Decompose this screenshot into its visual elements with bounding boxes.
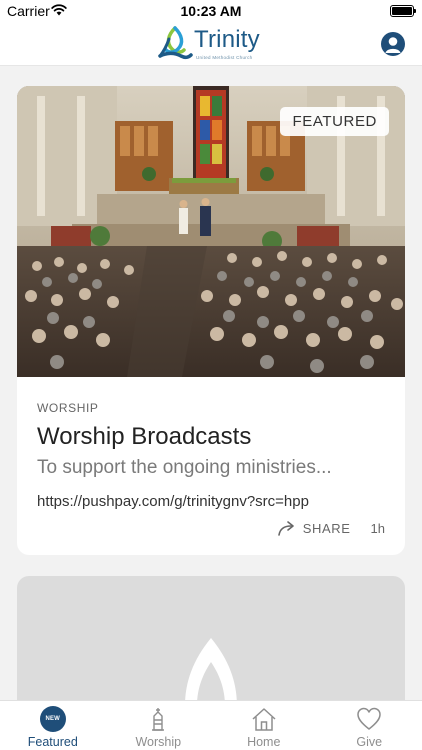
card-title: Worship Broadcasts	[37, 423, 252, 450]
new-badge-icon: NEW	[39, 706, 66, 732]
card-timestamp: 1h	[370, 520, 385, 536]
flame-icon	[185, 638, 237, 706]
profile-button[interactable]	[381, 32, 405, 56]
tab-give[interactable]: Give	[317, 701, 422, 750]
nav-bar: Trinity United Methodist Church	[0, 22, 422, 66]
share-icon	[277, 521, 294, 536]
church-icon	[152, 708, 165, 731]
heart-icon	[357, 707, 381, 730]
church-logo: Trinity United Methodist Church	[156, 25, 268, 63]
tab-label: Worship	[135, 735, 182, 749]
share-label: SHARE	[302, 520, 351, 536]
tab-worship[interactable]: Worship	[106, 701, 212, 750]
clock: 10:23 AM	[180, 3, 242, 19]
tab-label: Home	[247, 735, 281, 749]
battery-icon	[390, 5, 416, 17]
card-subtitle: To support the ongoing ministries...	[37, 457, 332, 478]
tab-label: Give	[356, 735, 383, 749]
tab-label: Featured	[27, 735, 78, 749]
tab-featured[interactable]: NEW Featured	[0, 701, 106, 750]
share-button[interactable]: SHARE	[277, 520, 351, 536]
user-icon	[385, 37, 401, 53]
tab-bar: NEW Featured Worship Home Give	[0, 700, 422, 750]
card-body: WORSHIP Worship Broadcasts To support th…	[37, 401, 385, 510]
tab-home[interactable]: Home	[211, 701, 317, 750]
card-link[interactable]: https://pushpay.com/g/trinitygnv?src=hpp	[37, 493, 385, 510]
card-image: FEATURED	[17, 86, 405, 377]
card-footer: SHARE 1h	[277, 518, 385, 538]
house-icon	[252, 708, 276, 731]
featured-badge: FEATURED	[280, 107, 389, 136]
featured-card[interactable]: FEATURED WORSHIP Worship Broadcasts To s…	[17, 86, 405, 555]
status-bar: Carrier 10:23 AM	[0, 0, 422, 22]
logo-name: Trinity	[194, 26, 260, 53]
card-category: WORSHIP	[37, 401, 99, 415]
trinity-knot-icon	[158, 26, 193, 60]
logo-subtitle: United Methodist Church	[196, 55, 253, 60]
